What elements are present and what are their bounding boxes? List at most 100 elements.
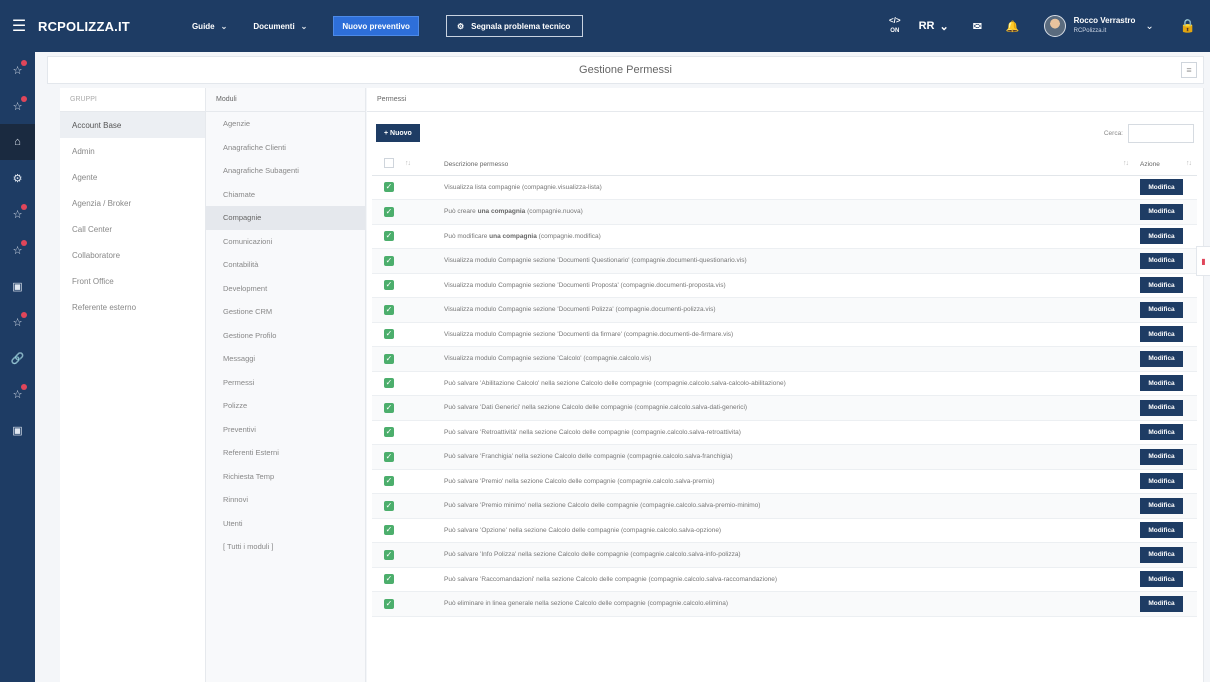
action-column-header[interactable]: Azione ↑↓ (1134, 154, 1197, 176)
edit-button[interactable]: Modifica (1140, 179, 1183, 196)
edit-button[interactable]: Modifica (1140, 473, 1183, 490)
side-drawer-tab[interactable]: ▮ (1196, 246, 1210, 276)
module-item[interactable]: [ Tutti i moduli ] (206, 535, 365, 559)
permission-checkbox[interactable]: ✓ (384, 182, 394, 193)
permission-checkbox[interactable]: ✓ (384, 329, 394, 340)
module-item[interactable]: Anagrafiche Subagenti (206, 159, 365, 183)
list-menu-icon[interactable]: ≡ (1181, 62, 1197, 78)
permission-checkbox[interactable]: ✓ (384, 353, 394, 364)
permission-checkbox[interactable]: ✓ (384, 574, 394, 585)
permission-checkbox[interactable]: ✓ (384, 476, 394, 487)
description-column-header[interactable]: Descrizione permesso ↑↓ (416, 154, 1134, 176)
user-menu[interactable]: Rocco Verrastro RCPolizza.it ⌄ (1043, 15, 1154, 37)
modules-header: Moduli (206, 88, 365, 112)
window-icon: ▣ (12, 424, 23, 437)
rail-item[interactable]: ☆ (0, 52, 35, 88)
code-toggle[interactable]: </> ON (889, 16, 901, 36)
rail-item[interactable]: ▣ (0, 268, 35, 304)
module-item[interactable]: Chiamate (206, 183, 365, 207)
module-item[interactable]: Contabilità (206, 253, 365, 277)
group-item[interactable]: Account Base (60, 112, 205, 138)
sort-icon[interactable]: ↑↓ (405, 160, 411, 167)
module-item[interactable]: Permessi (206, 371, 365, 395)
permission-checkbox[interactable]: ✓ (384, 549, 394, 560)
group-item[interactable]: Agenzia / Broker (60, 190, 205, 216)
module-item[interactable]: Messaggi (206, 347, 365, 371)
mail-icon[interactable]: ✉ (973, 20, 982, 33)
language-dropdown[interactable]: RR ⌄ (919, 20, 949, 33)
permission-checkbox[interactable]: ✓ (384, 255, 394, 266)
edit-button[interactable]: Modifica (1140, 522, 1183, 539)
brand-logo[interactable]: RCPOLIZZA.IT (38, 19, 130, 34)
edit-button[interactable]: Modifica (1140, 203, 1183, 220)
hamburger-menu-icon[interactable]: ☰ (0, 16, 38, 36)
edit-button[interactable]: Modifica (1140, 595, 1183, 612)
module-item[interactable]: Development (206, 277, 365, 301)
module-item[interactable]: Referenti Esterni (206, 441, 365, 465)
permission-checkbox[interactable]: ✓ (384, 500, 394, 511)
permission-checkbox[interactable]: ✓ (384, 402, 394, 413)
module-item[interactable]: Agenzie (206, 112, 365, 136)
edit-button[interactable]: Modifica (1140, 424, 1183, 441)
edit-button[interactable]: Modifica (1140, 252, 1183, 269)
select-all-header[interactable]: ↑↓ (372, 154, 416, 176)
permission-checkbox[interactable]: ✓ (384, 427, 394, 438)
rail-item[interactable]: ☆ (0, 196, 35, 232)
module-item[interactable]: Rinnovi (206, 488, 365, 512)
edit-button[interactable]: Modifica (1140, 228, 1183, 245)
group-item[interactable]: Collaboratore (60, 242, 205, 268)
module-item[interactable]: Gestione CRM (206, 300, 365, 324)
report-problem-button[interactable]: ⚙ Segnala problema tecnico (445, 15, 583, 37)
permission-checkbox[interactable]: ✓ (384, 231, 394, 242)
permission-checkbox[interactable]: ✓ (384, 206, 394, 217)
permission-text: Può salvare 'Raccomandazioni' nella sezi… (444, 575, 647, 583)
new-quote-button[interactable]: Nuovo preventivo (333, 16, 419, 36)
permission-checkbox[interactable]: ✓ (384, 451, 394, 462)
edit-button[interactable]: Modifica (1140, 399, 1183, 416)
rail-item[interactable]: ☆ (0, 376, 35, 412)
sort-icon[interactable]: ↑↓ (1186, 160, 1192, 167)
nav-documents-dropdown[interactable]: Documenti ⌄ (253, 22, 307, 31)
group-item[interactable]: Admin (60, 138, 205, 164)
rail-item[interactable]: ⌂ (0, 124, 35, 160)
edit-button[interactable]: Modifica (1140, 277, 1183, 294)
permission-checkbox[interactable]: ✓ (384, 378, 394, 389)
group-item[interactable]: Agente (60, 164, 205, 190)
rail-item[interactable]: 🔗 (0, 340, 35, 376)
rail-item[interactable]: ☆ (0, 304, 35, 340)
module-item[interactable]: Polizze (206, 394, 365, 418)
edit-button[interactable]: Modifica (1140, 448, 1183, 465)
nav-guide-dropdown[interactable]: Guide ⌄ (192, 22, 227, 31)
rail-item[interactable]: ⚙ (0, 160, 35, 196)
group-item[interactable]: Front Office (60, 268, 205, 294)
module-item[interactable]: Richiesta Temp (206, 465, 365, 489)
edit-button[interactable]: Modifica (1140, 350, 1183, 367)
module-item[interactable]: Utenti (206, 512, 365, 536)
edit-button[interactable]: Modifica (1140, 301, 1183, 318)
module-item[interactable]: Compagnie (206, 206, 365, 230)
permission-checkbox[interactable]: ✓ (384, 280, 394, 291)
sort-icon[interactable]: ↑↓ (1123, 160, 1129, 167)
bell-icon[interactable]: 🔔 (1006, 20, 1020, 33)
group-item[interactable]: Call Center (60, 216, 205, 242)
edit-button[interactable]: Modifica (1140, 497, 1183, 514)
rail-item[interactable]: ☆ (0, 88, 35, 124)
module-item[interactable]: Gestione Profilo (206, 324, 365, 348)
new-permission-button[interactable]: + Nuovo (376, 124, 420, 142)
module-item[interactable]: Preventivi (206, 418, 365, 442)
permission-checkbox[interactable]: ✓ (384, 304, 394, 315)
group-item[interactable]: Referente esterno (60, 294, 205, 320)
module-item[interactable]: Comunicazioni (206, 230, 365, 254)
permission-checkbox[interactable]: ✓ (384, 525, 394, 536)
select-all-checkbox[interactable] (384, 158, 394, 169)
edit-button[interactable]: Modifica (1140, 375, 1183, 392)
edit-button[interactable]: Modifica (1140, 571, 1183, 588)
rail-item[interactable]: ▣ (0, 412, 35, 448)
search-input[interactable] (1128, 123, 1194, 143)
edit-button[interactable]: Modifica (1140, 546, 1183, 563)
edit-button[interactable]: Modifica (1140, 326, 1183, 343)
lock-icon[interactable]: 🔒 (1180, 18, 1196, 34)
module-item[interactable]: Anagrafiche Clienti (206, 136, 365, 160)
rail-item[interactable]: ☆ (0, 232, 35, 268)
permission-checkbox[interactable]: ✓ (384, 598, 394, 609)
